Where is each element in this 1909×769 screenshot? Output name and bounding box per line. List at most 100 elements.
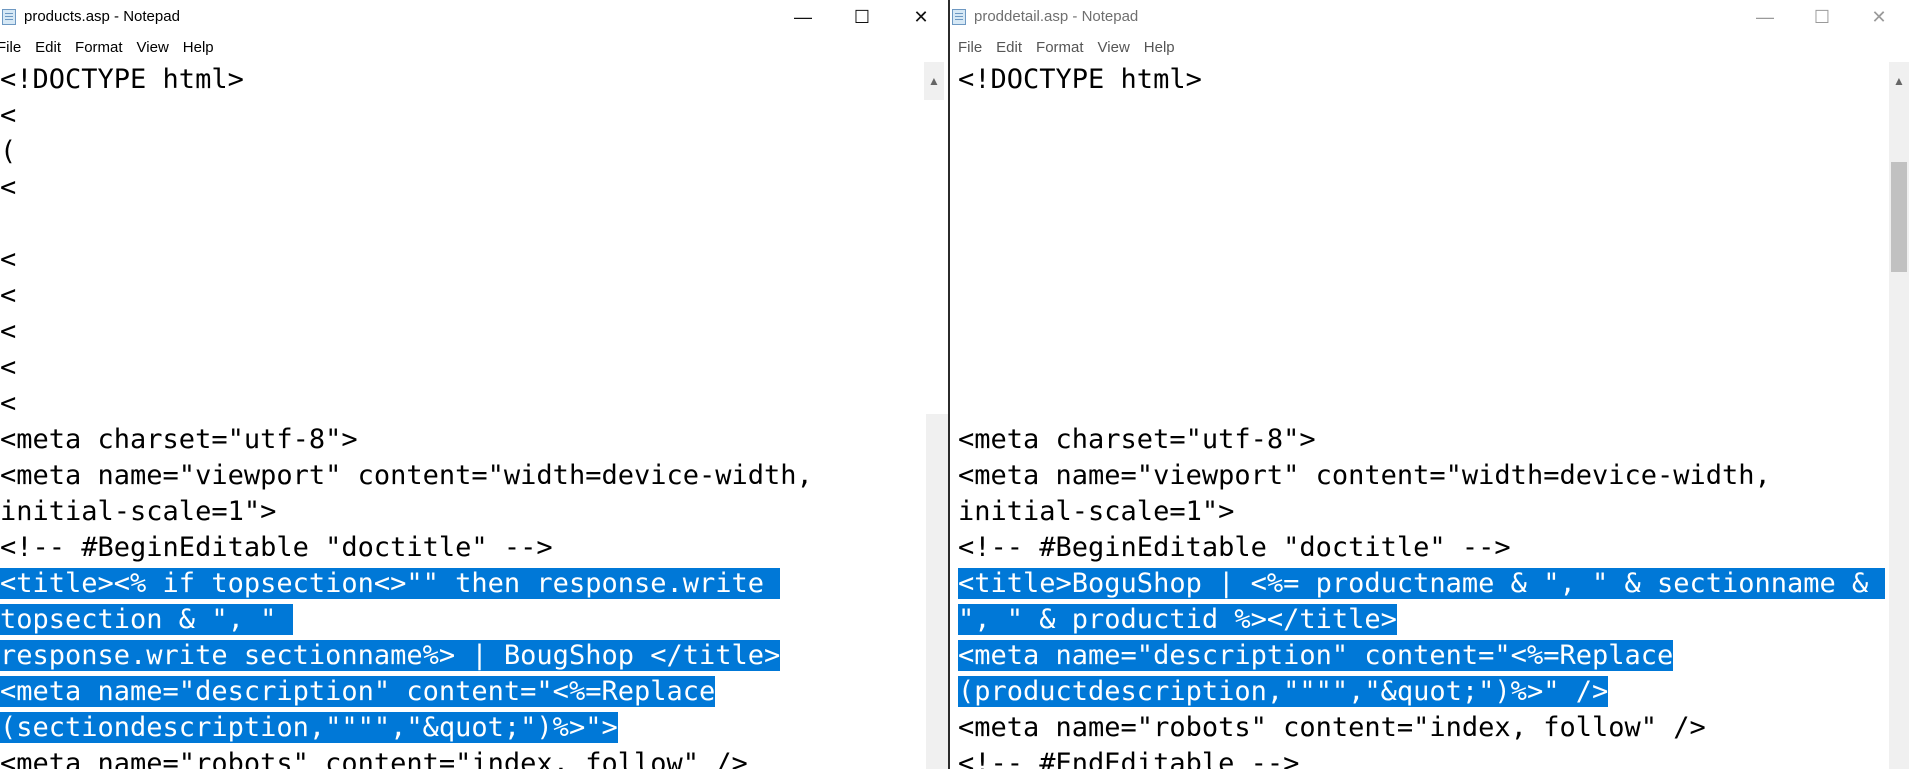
selected-text: response.write sectionname%> | BougShop … <box>0 640 781 671</box>
code-line[interactable] <box>958 242 1885 278</box>
scroll-up-arrow[interactable]: ▲ <box>1889 62 1909 100</box>
code-line[interactable] <box>958 314 1885 350</box>
code-text: ( <box>0 136 17 167</box>
code-text: <!-- #EndEditable --> <box>958 748 1300 769</box>
notepad-window-proddetail[interactable]: proddetail.asp - Notepad — ☐ ✕ File Edit… <box>950 0 1909 769</box>
close-button[interactable]: ✕ <box>892 0 948 34</box>
code-line[interactable] <box>958 206 1885 242</box>
code-line[interactable]: <meta name="robots" content="index, foll… <box>0 746 813 769</box>
code-line[interactable]: (productdescription,"""","&quot;")%>" /> <box>958 674 1885 710</box>
code-line[interactable]: <title><% if topsection<>"" then respons… <box>0 566 813 602</box>
code-text: < <box>0 172 17 203</box>
menu-help[interactable]: Help <box>183 39 214 56</box>
vertical-scrollbar[interactable] <box>926 414 948 769</box>
code-text: <meta name="viewport" content="width=dev… <box>0 460 813 491</box>
scroll-up-arrow[interactable]: ▲ <box>924 62 944 100</box>
code-line[interactable]: <!-- #BeginEditable "doctitle" --> <box>958 530 1885 566</box>
code-text: <meta name="robots" content="index, foll… <box>958 712 1706 743</box>
code-line[interactable]: initial-scale=1"> <box>0 494 813 530</box>
notepad-window-products[interactable]: products.asp - Notepad — ☐ ✕ File Edit F… <box>0 0 948 769</box>
minimize-button[interactable]: — <box>1736 0 1794 34</box>
code-text: <meta name="viewport" content="width=dev… <box>958 460 1771 491</box>
editor-content[interactable]: <!DOCTYPE html> < (< < < < < < <meta charset="ut… <box>0 62 813 769</box>
selected-text: (sectiondescription,"""","&quot;")%>"> <box>0 712 618 743</box>
menu-view[interactable]: View <box>137 39 169 56</box>
close-button[interactable]: ✕ <box>1850 0 1908 34</box>
code-text: <!DOCTYPE html> <box>0 64 244 95</box>
menu-edit[interactable]: Edit <box>996 39 1022 56</box>
text-editor[interactable]: <!DOCTYPE html> <meta charset="utf-8"> <me… <box>950 62 1909 769</box>
maximize-button[interactable]: ☐ <box>1793 0 1851 34</box>
code-line[interactable]: <meta name="viewport" content="width=dev… <box>958 458 1885 494</box>
code-line[interactable]: ( <box>0 134 813 170</box>
code-line[interactable]: < <box>0 278 813 314</box>
selected-text: <meta name="description" content="<%=Rep… <box>0 676 716 707</box>
selected-text: <title><% if topsection<>"" then respons… <box>0 568 781 599</box>
code-text: < <box>0 388 17 419</box>
code-line[interactable]: <!DOCTYPE html> <box>958 62 1885 98</box>
code-line[interactable] <box>958 170 1885 206</box>
code-line[interactable]: < <box>0 170 813 206</box>
code-line[interactable]: response.write sectionname%> | BougShop … <box>0 638 813 674</box>
code-text: <!DOCTYPE html> <box>958 64 1202 95</box>
code-text: <meta charset="utf-8"> <box>0 424 358 455</box>
code-line[interactable] <box>958 98 1885 134</box>
code-text: <meta name="robots" content="index, foll… <box>0 748 748 769</box>
code-text: initial-scale=1"> <box>0 496 277 527</box>
code-line[interactable]: < <box>0 386 813 422</box>
code-line[interactable]: initial-scale=1"> <box>958 494 1885 530</box>
code-line[interactable]: < <box>0 98 813 134</box>
menu-view[interactable]: View <box>1098 39 1130 56</box>
vertical-scrollbar[interactable] <box>1889 62 1909 769</box>
title-bar[interactable]: proddetail.asp - Notepad — ☐ ✕ <box>950 0 1909 34</box>
code-text: <!-- #BeginEditable "doctitle" --> <box>958 532 1511 563</box>
code-line[interactable] <box>958 134 1885 170</box>
code-text: <!-- #BeginEditable "doctitle" --> <box>0 532 553 563</box>
selected-text: ", " & productid %></title> <box>958 604 1397 635</box>
code-line[interactable]: <!-- #BeginEditable "doctitle" --> <box>0 530 813 566</box>
selected-text: topsection & ", " <box>0 604 293 635</box>
code-text: < <box>0 280 17 311</box>
code-line[interactable]: < <box>0 314 813 350</box>
menu-bar: File Edit Format View Help <box>958 34 1909 60</box>
code-line[interactable]: <meta name="robots" content="index, foll… <box>958 710 1885 746</box>
menu-file[interactable]: File <box>0 39 21 56</box>
menu-file[interactable]: File <box>958 39 982 56</box>
code-line[interactable] <box>0 206 813 242</box>
maximize-button[interactable]: ☐ <box>833 0 891 34</box>
menu-edit[interactable]: Edit <box>35 39 61 56</box>
editor-content[interactable]: <!DOCTYPE html> <meta charset="utf-8"> <me… <box>958 62 1885 769</box>
minimize-button[interactable]: — <box>774 0 832 34</box>
code-text: initial-scale=1"> <box>958 496 1235 527</box>
selected-text: <meta name="description" content="<%=Rep… <box>958 640 1674 671</box>
code-line[interactable]: topsection & ", " <box>0 602 813 638</box>
selected-text: (productdescription,"""","&quot;")%>" /> <box>958 676 1609 707</box>
menu-bar: File Edit Format View Help <box>0 34 948 60</box>
menu-format[interactable]: Format <box>1036 39 1084 56</box>
code-line[interactable]: <meta name="description" content="<%=Rep… <box>958 638 1885 674</box>
menu-format[interactable]: Format <box>75 39 123 56</box>
menu-help[interactable]: Help <box>1144 39 1175 56</box>
code-text: < <box>0 100 17 131</box>
code-line[interactable]: (sectiondescription,"""","&quot;")%>"> <box>0 710 813 746</box>
code-line[interactable]: <!DOCTYPE html> <box>0 62 813 98</box>
code-line[interactable]: <!-- #EndEditable --> <box>958 746 1885 769</box>
title-bar[interactable]: products.asp - Notepad — ☐ ✕ <box>0 0 948 34</box>
scrollbar-thumb[interactable] <box>1891 162 1907 272</box>
notepad-icon <box>952 9 966 25</box>
text-editor[interactable]: <!DOCTYPE html> < (< < < < < < <meta charset="ut… <box>0 62 948 769</box>
code-text: < <box>0 244 17 275</box>
code-line[interactable]: < <box>0 242 813 278</box>
code-line[interactable]: <title>BoguShop | <%= productname & ", "… <box>958 566 1885 602</box>
code-line[interactable]: <meta charset="utf-8"> <box>958 422 1885 458</box>
code-line[interactable]: < <box>0 350 813 386</box>
code-line[interactable] <box>958 350 1885 386</box>
code-line[interactable] <box>958 278 1885 314</box>
code-line[interactable]: ", " & productid %></title> <box>958 602 1885 638</box>
code-text: <meta charset="utf-8"> <box>958 424 1316 455</box>
code-line[interactable]: <meta name="viewport" content="width=dev… <box>0 458 813 494</box>
code-line[interactable]: <meta charset="utf-8"> <box>0 422 813 458</box>
code-line[interactable] <box>958 386 1885 422</box>
code-line[interactable]: <meta name="description" content="<%=Rep… <box>0 674 813 710</box>
selected-text: <title>BoguShop | <%= productname & ", "… <box>958 568 1885 599</box>
